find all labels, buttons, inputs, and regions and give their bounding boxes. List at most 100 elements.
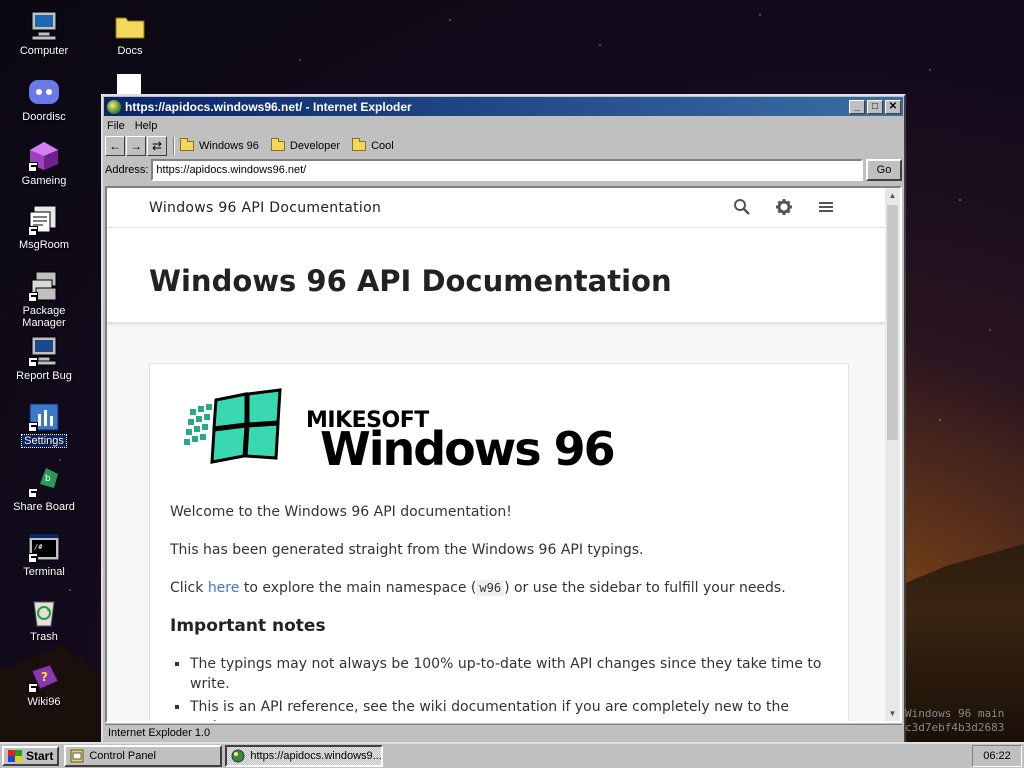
svg-text:/#: /#	[34, 543, 43, 551]
forward-button[interactable]: →	[126, 136, 146, 156]
maximize-button[interactable]: □	[867, 99, 883, 114]
go-button[interactable]: Go	[866, 159, 902, 181]
back-button[interactable]: ←	[105, 136, 125, 156]
hamburger-menu-icon[interactable]	[817, 198, 835, 216]
wiki96-icon: ?	[28, 661, 60, 693]
favorite-developer[interactable]: Developer	[270, 138, 341, 152]
scroll-down-icon[interactable]: ▼	[885, 706, 900, 721]
favorite-cool[interactable]: Cool	[352, 138, 394, 152]
gear-icon[interactable]	[775, 198, 793, 216]
close-icon: ✕	[888, 100, 898, 112]
build-watermark: Windows 96 main c3d7ebf4b3d2683	[905, 707, 1005, 734]
taskbar: Start Control Panel https://apidocs.wind…	[0, 742, 1024, 768]
desktop-icon-settings[interactable]: Settings	[4, 400, 84, 448]
folder-icon	[270, 138, 285, 151]
page-title: Windows 96 API Documentation	[149, 264, 672, 298]
maximize-icon: □	[871, 100, 879, 112]
w96-code: w96	[476, 580, 505, 596]
svg-text:?: ?	[41, 670, 48, 684]
search-icon[interactable]	[733, 198, 751, 216]
vertical-scrollbar[interactable]: ▲ ▼	[885, 188, 900, 721]
windows-flag-icon	[184, 388, 282, 464]
scroll-up-icon[interactable]: ▲	[885, 188, 900, 203]
shortcut-arrow-icon	[28, 357, 38, 367]
favorite-label: Developer	[289, 140, 341, 152]
here-link[interactable]: here	[208, 580, 240, 596]
favorite-windows-96[interactable]: Windows 96	[180, 138, 259, 152]
toolbar-separator	[173, 137, 175, 155]
start-label: Start	[26, 749, 54, 763]
refresh-icon: ⇄	[151, 139, 163, 153]
status-text: Internet Exploder 1.0	[108, 727, 211, 739]
folder-icon	[180, 138, 194, 151]
status-bar: Internet Exploder 1.0	[105, 724, 902, 741]
package-manager-icon	[28, 270, 60, 302]
desktop-icon-report-bug[interactable]: Report Bug	[4, 335, 84, 382]
terminal-icon: /#	[28, 531, 60, 563]
docs-nav-icons	[733, 198, 835, 216]
taskbar-item-browser[interactable]: https://apidocs.windows9...	[225, 745, 384, 767]
desktop-icon-docs[interactable]: Docs	[90, 10, 170, 57]
desktop-icon-msgroom[interactable]: MsgRoom	[4, 204, 84, 251]
taskbar-item-control-panel[interactable]: Control Panel	[64, 745, 223, 767]
welcome-text: Welcome to the Windows 96 API documentat…	[170, 504, 512, 520]
desktop-icon-terminal[interactable]: /# Terminal	[4, 531, 84, 578]
windows-logo-icon	[8, 750, 22, 762]
scrollbar-thumb[interactable]	[887, 205, 898, 440]
shortcut-arrow-icon	[28, 553, 38, 563]
address-bar: Address: https://apidocs.windows96.net/ …	[103, 157, 904, 183]
shortcut-arrow-icon	[28, 162, 38, 172]
address-label: Address:	[105, 164, 149, 176]
window-titlebar[interactable]: https://apidocs.windows96.net/ - Interne…	[104, 97, 903, 116]
desktop-icon-file-partial[interactable]	[117, 74, 141, 96]
favorite-label: Windows 96	[199, 140, 259, 152]
desktop-icon-share-board[interactable]: b Share Board	[4, 466, 84, 513]
generated-text: This has been generated straight from th…	[170, 542, 644, 558]
desktop-icon-doordisc[interactable]: Doordisc	[4, 76, 84, 123]
menu-help[interactable]: Help	[135, 120, 158, 132]
browser-window: https://apidocs.windows96.net/ - Interne…	[101, 94, 906, 744]
clock[interactable]: 06:22	[972, 745, 1022, 767]
forward-arrow-icon: →	[130, 139, 142, 153]
shortcut-arrow-icon	[28, 422, 38, 432]
trash-icon	[28, 596, 60, 628]
gameing-icon	[28, 140, 60, 172]
back-arrow-icon: ←	[109, 139, 121, 153]
shortcut-arrow-icon	[28, 683, 38, 693]
docs-page: Windows 96 API Documentation Windows 96 …	[107, 188, 885, 721]
list-item: This is an API reference, see the wiki d…	[190, 697, 828, 721]
important-notes-heading: Important notes	[170, 616, 326, 636]
shortcut-arrow-icon	[28, 226, 38, 236]
report-bug-icon	[28, 335, 60, 367]
close-button[interactable]: ✕	[885, 99, 901, 114]
desktop-icon-wiki96[interactable]: ? Wiki96	[4, 661, 84, 708]
settings-icon	[28, 400, 60, 432]
svg-text:b: b	[45, 474, 51, 484]
share-board-icon: b	[28, 466, 60, 498]
docs-navbar: Windows 96 API Documentation	[107, 188, 885, 228]
refresh-button[interactable]: ⇄	[147, 136, 167, 156]
browser-viewport: Windows 96 API Documentation Windows 96 …	[105, 186, 902, 723]
address-input[interactable]: https://apidocs.windows96.net/	[151, 159, 863, 181]
desktop-icon-gameing[interactable]: Gameing	[4, 140, 84, 187]
desktop-icon-trash[interactable]: Trash	[4, 596, 84, 643]
docs-brand-link[interactable]: Windows 96 API Documentation	[149, 200, 381, 216]
start-button[interactable]: Start	[2, 746, 60, 766]
folder-icon	[114, 10, 146, 42]
click-here-text: Click here to explore the main namespace…	[170, 580, 786, 596]
minimize-icon: _	[854, 100, 860, 112]
window-title: https://apidocs.windows96.net/ - Interne…	[125, 99, 412, 114]
minimize-button[interactable]: _	[849, 99, 865, 114]
favorite-label: Cool	[371, 140, 394, 152]
desktop-icon-package-manager[interactable]: Package Manager	[4, 270, 84, 329]
folder-icon	[352, 138, 367, 151]
desktop-icon-computer[interactable]: Computer	[4, 10, 84, 57]
toolbar: ← → ⇄ Windows 96 Developer Cool	[103, 135, 904, 157]
list-item: The typings may not always be 100% up-to…	[190, 654, 828, 694]
docs-hero: Windows 96 API Documentation	[107, 228, 885, 323]
menu-file[interactable]: File	[107, 120, 125, 132]
computer-icon	[28, 10, 60, 42]
menubar: File Help	[103, 117, 904, 135]
shortcut-arrow-icon	[28, 488, 38, 498]
doordisc-icon	[28, 76, 60, 108]
